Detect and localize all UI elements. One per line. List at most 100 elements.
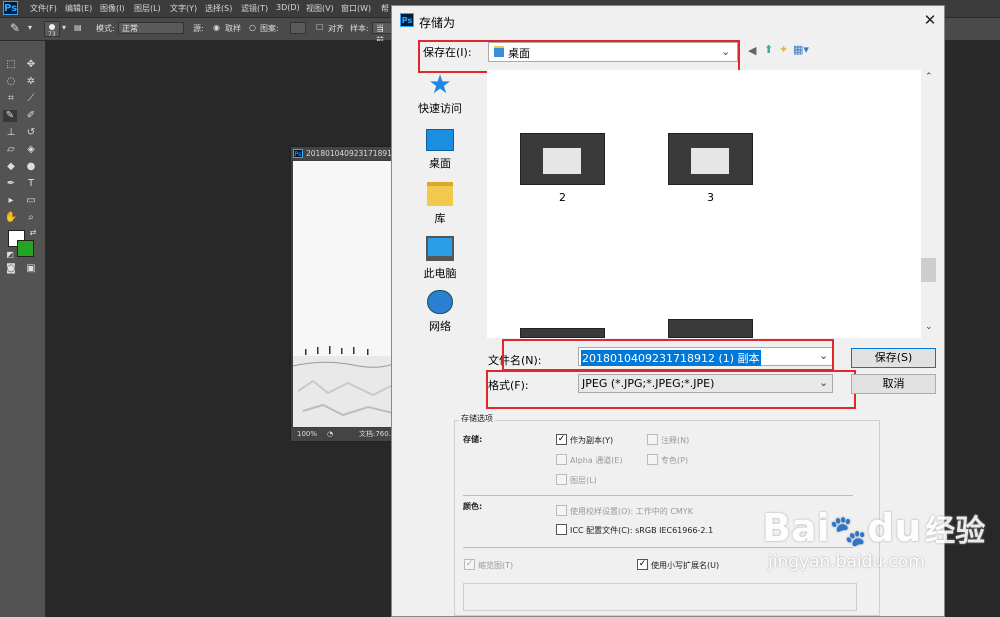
sampled-radio[interactable]: ◉ [213, 23, 220, 32]
place-quick-access[interactable]: ★ 快速访问 [410, 70, 470, 116]
file-thumbnail [520, 133, 605, 185]
spot-label: 专色(P) [661, 456, 689, 465]
file-thumbnail-partial[interactable] [668, 319, 753, 338]
mode-select[interactable]: 正常 [118, 22, 184, 34]
scroll-down-icon[interactable]: ⌄ [925, 322, 933, 332]
menu-select[interactable]: 选择(S) [205, 3, 232, 14]
mode-label: 模式: [96, 24, 115, 33]
type-tool-icon[interactable]: T [24, 178, 38, 190]
place-library[interactable]: 库 [410, 178, 470, 226]
menu-3d[interactable]: 3D(D) [276, 3, 300, 12]
ps-doc-icon: Ps [293, 149, 303, 158]
lowercase-ext-checkbox[interactable]: ✓ [637, 559, 648, 570]
pen-tool-icon[interactable]: ✒ [4, 178, 18, 190]
path-selection-tool-icon[interactable]: ▸ [4, 195, 18, 207]
shape-tool-icon[interactable]: ▭ [24, 195, 38, 207]
crop-tool-icon[interactable]: ⌗ [4, 93, 18, 105]
star-icon: ★ [428, 70, 452, 100]
as-copy-label: 作为副本(Y) [570, 436, 614, 445]
eraser-tool-icon[interactable]: ▱ [4, 144, 18, 156]
paint-bucket-tool-icon[interactable]: ◈ [24, 144, 38, 156]
back-icon[interactable]: ◀ [748, 44, 756, 57]
marquee-tool-icon[interactable]: ⬚ [4, 59, 18, 71]
lasso-tool-icon[interactable]: ◌ [4, 76, 18, 88]
brush-tool-icon[interactable]: ✐ [24, 110, 38, 122]
brush-chevron-icon[interactable]: ▾ [62, 23, 66, 32]
history-brush-tool-icon[interactable]: ↺ [24, 127, 38, 139]
menu-window[interactable]: 窗口(W) [341, 3, 371, 14]
clone-stamp-tool-icon[interactable]: ⊥ [4, 127, 18, 139]
dodge-tool-icon[interactable]: ● [24, 161, 38, 173]
menu-image[interactable]: 图像(I) [100, 3, 125, 14]
pattern-radio[interactable]: ○ [249, 23, 256, 32]
tool-preset-chevron-icon[interactable]: ▾ [28, 23, 32, 32]
place-this-pc[interactable]: 此电脑 [410, 232, 470, 281]
document-tab[interactable]: Ps 20180104092317189​12 [291, 147, 401, 160]
zoom-tool-icon[interactable]: ⌕ [24, 212, 38, 224]
alpha-checkbox[interactable] [556, 454, 567, 465]
watermark-suffix: 经验 [925, 514, 986, 549]
spot-checkbox[interactable] [647, 454, 658, 465]
clone-stamp-tool-icon[interactable]: ✎ [10, 21, 20, 35]
file-list-scrollbar[interactable]: ⌃ ⌄ [921, 70, 938, 338]
document-window[interactable]: Ps 20180104092317189​12 100% ◔ 文档:760. [290, 146, 402, 442]
new-folder-icon[interactable]: ✦ [779, 43, 788, 56]
dialog-title: 存储为 [419, 16, 456, 30]
swap-colors-icon[interactable]: ⇄ [26, 227, 40, 239]
move-tool-icon[interactable]: ✥ [24, 59, 38, 71]
zoom-level[interactable]: 100% [297, 428, 317, 441]
default-colors-icon[interactable]: ◩ [3, 249, 17, 261]
computer-icon [426, 236, 454, 261]
scroll-up-icon[interactable]: ⌃ [925, 72, 933, 82]
place-label: 快速访问 [418, 102, 462, 115]
thumbnail-label: 缩览图(T) [478, 561, 514, 570]
brush-panel-icon[interactable]: ▤ [74, 23, 82, 32]
cancel-button[interactable]: 取消 [851, 374, 936, 394]
menu-file[interactable]: 文件(F) [30, 3, 57, 14]
eyedropper-tool-icon[interactable]: ⟋ [24, 93, 38, 105]
document-status-bar: 100% ◔ 文档:760. [291, 428, 401, 441]
menu-type[interactable]: 文字(Y) [170, 3, 197, 14]
close-icon[interactable]: ✕ [920, 10, 940, 30]
magic-wand-tool-icon[interactable]: ✲ [24, 76, 38, 88]
menu-filter[interactable]: 滤镜(T) [241, 3, 268, 14]
sample-select[interactable]: 当前 [372, 22, 392, 45]
icc-profile-checkbox[interactable] [556, 524, 567, 535]
place-desktop[interactable]: 桌面 [410, 125, 470, 171]
watermark-url: jingyan.baidu.com [768, 552, 925, 572]
layers-checkbox[interactable] [556, 474, 567, 485]
pattern-label: 图案: [260, 24, 279, 33]
menu-help[interactable]: 帮 [381, 3, 389, 14]
save-button[interactable]: 保存(S) [851, 348, 936, 368]
menu-edit[interactable]: 编辑(E) [65, 3, 92, 14]
healing-brush-tool-icon[interactable]: ✎ [3, 110, 17, 122]
notes-checkbox[interactable] [647, 434, 658, 445]
menu-view[interactable]: 视图(V) [306, 3, 334, 14]
baidu-jingyan-watermark: Bai🐾du 经验 jingyan.baidu.com [762, 508, 985, 572]
paw-icon: 🐾 [829, 514, 867, 549]
blur-tool-icon[interactable]: ◆ [4, 161, 18, 173]
up-folder-icon[interactable]: ⬆ [764, 43, 773, 56]
file-thumbnail-partial[interactable] [520, 328, 605, 338]
as-copy-checkbox[interactable]: ✓ [556, 434, 567, 445]
place-network[interactable]: 网络 [410, 286, 470, 334]
screen-mode-icon[interactable]: ▣ [24, 263, 38, 275]
view-menu-icon[interactable]: ▦▾ [793, 43, 809, 56]
use-proof-checkbox[interactable] [556, 505, 567, 516]
document-canvas[interactable] [293, 161, 399, 427]
file-list[interactable]: 2 3 [487, 70, 921, 338]
source-label: 源: [193, 24, 204, 33]
aligned-checkbox[interactable]: ☐ [316, 23, 323, 32]
thumbnail-checkbox[interactable]: ✓ [464, 559, 475, 570]
menu-layer[interactable]: 图层(L) [134, 3, 161, 14]
quick-mask-icon[interactable]: ◙ [4, 263, 18, 275]
scroll-thumb[interactable] [921, 258, 936, 282]
layers-label: 图层(L) [570, 476, 597, 485]
document-info[interactable]: 文档:760. [359, 428, 391, 441]
tools-panel: ⬚ ✥ ◌ ✲ ⌗ ⟋ ✎ ✐ ⊥ ↺ ▱ ◈ ◆ ● ✒ T ▸ ▭ ✋ ⌕ … [0, 41, 46, 617]
background-color-swatch[interactable] [17, 240, 34, 257]
thumbnail-preview [543, 148, 581, 174]
hand-tool-icon[interactable]: ✋ [4, 212, 18, 224]
thumbnail-preview [691, 148, 729, 174]
pattern-picker[interactable] [290, 22, 306, 34]
